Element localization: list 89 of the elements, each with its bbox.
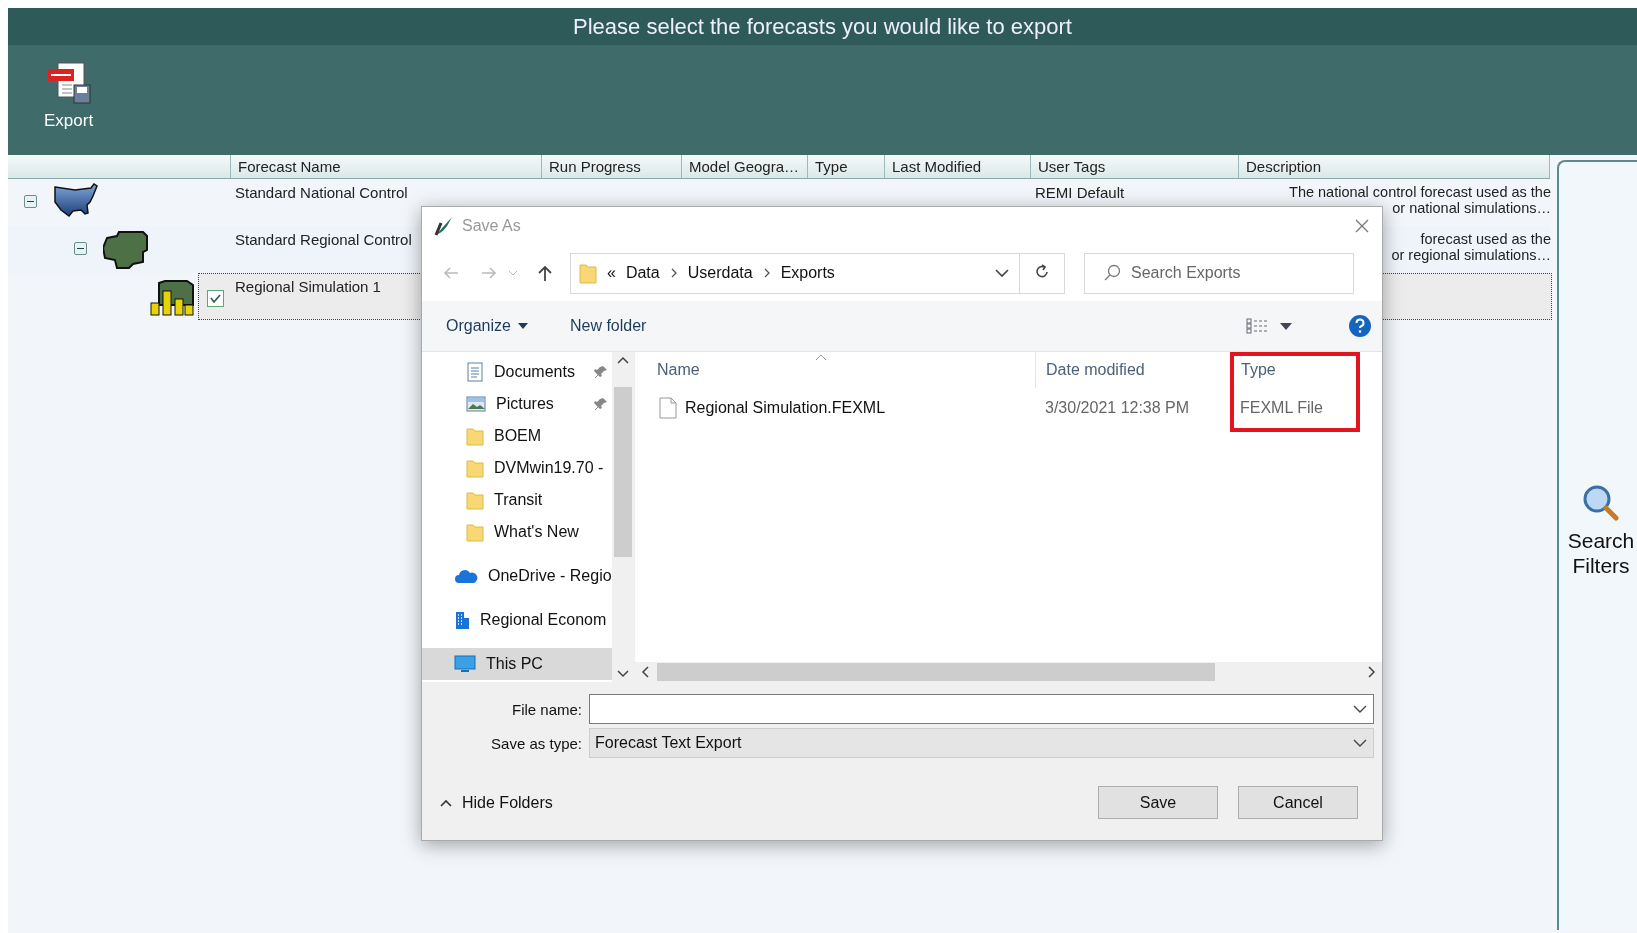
- navigation-item[interactable]: Transit: [422, 484, 612, 516]
- column-header[interactable]: Type: [808, 155, 885, 178]
- scroll-up-icon[interactable]: [617, 356, 629, 364]
- breadcrumb-item[interactable]: Userdata: [687, 264, 753, 282]
- sort-caret-icon: [815, 354, 827, 361]
- column-header[interactable]: Last Modified: [885, 155, 1031, 178]
- view-options-icon[interactable]: [1246, 318, 1268, 334]
- document-icon: [466, 362, 484, 382]
- breadcrumb-item[interactable]: Data: [625, 264, 660, 282]
- picture-icon: [466, 396, 486, 412]
- search-field[interactable]: Search Exports: [1084, 252, 1354, 294]
- folder-icon: [466, 426, 484, 446]
- chevron-up-icon: [440, 798, 452, 807]
- file-type-dropdown[interactable]: Forecast Text Export: [589, 728, 1374, 758]
- save-button[interactable]: Save: [1098, 786, 1218, 819]
- file-name[interactable]: Regional Simulation.FEXML: [685, 399, 886, 417]
- navigation-item[interactable]: What's New: [422, 516, 612, 548]
- check-icon: [210, 294, 221, 303]
- column-header[interactable]: Forecast Name: [231, 155, 542, 178]
- navigation-item[interactable]: DVMwin19.70 -: [422, 452, 612, 484]
- scroll-left-icon[interactable]: [641, 666, 649, 678]
- breadcrumb-item[interactable]: Exports: [780, 264, 835, 282]
- folder-icon: [466, 458, 484, 478]
- search-icon: [1103, 264, 1121, 282]
- column-header[interactable]: Name: [655, 352, 1035, 388]
- export-button[interactable]: Export: [30, 45, 108, 137]
- navigation-item[interactable]: This PC: [422, 648, 612, 680]
- navigation-item[interactable]: OneDrive - Regio: [422, 560, 612, 592]
- forecast-name: Standard Regional Control: [235, 231, 412, 248]
- navigation-item[interactable]: Documents: [422, 356, 612, 388]
- overflow-chevron[interactable]: «: [607, 264, 616, 282]
- new-folder-button[interactable]: New folder: [559, 313, 657, 339]
- description-text: The national control forecast used as the: [1289, 184, 1551, 200]
- region-chart-icon: [149, 277, 195, 317]
- collapse-toggle[interactable]: [24, 195, 37, 208]
- column-header[interactable]: Description: [1239, 155, 1550, 178]
- chevron-down-icon[interactable]: [1353, 704, 1367, 714]
- file-name-field[interactable]: [589, 694, 1374, 724]
- forecast-name: Standard National Control: [235, 184, 408, 201]
- organize-menu[interactable]: Organize: [436, 313, 538, 339]
- dialog-title: Save As: [462, 217, 521, 235]
- help-icon[interactable]: [1348, 314, 1372, 338]
- collapse-toggle[interactable]: [74, 242, 87, 255]
- search-filters-button[interactable]: Search Filters: [1566, 483, 1636, 579]
- cancel-button[interactable]: Cancel: [1238, 786, 1358, 819]
- scrollbar-thumb[interactable]: [657, 663, 1215, 681]
- description-text: or regional simulations…: [1391, 247, 1551, 263]
- cloud-icon: [454, 568, 478, 584]
- column-header[interactable]: Date modified: [1035, 352, 1230, 388]
- up-arrow-icon[interactable]: [536, 264, 554, 282]
- forecast-name: Regional Simulation 1: [235, 278, 381, 295]
- column-header[interactable]: Model Geogra…: [682, 155, 808, 178]
- column-header[interactable]: User Tags: [1031, 155, 1239, 178]
- scroll-down-icon[interactable]: [617, 670, 629, 678]
- description-text: or national simulations…: [1392, 200, 1551, 216]
- building-icon: [454, 610, 470, 630]
- folder-icon: [466, 522, 484, 542]
- field-label: Save as type:: [490, 734, 582, 752]
- checkbox[interactable]: [207, 290, 224, 307]
- scrollbar-thumb[interactable]: [614, 387, 632, 557]
- chevron-right-icon: [669, 268, 678, 278]
- folder-icon: [466, 490, 484, 510]
- chevron-down-icon[interactable]: [995, 268, 1009, 278]
- chevron-down-icon[interactable]: [1353, 738, 1367, 748]
- close-icon[interactable]: [1354, 218, 1370, 234]
- hide-folders-button[interactable]: Hide Folders: [440, 793, 553, 812]
- quill-icon: [434, 216, 454, 236]
- navigation-item[interactable]: Pictures: [422, 388, 612, 420]
- description-text: forecast used as the: [1420, 231, 1551, 247]
- region-map-icon: [103, 230, 149, 270]
- chevron-right-icon: [762, 268, 771, 278]
- monitor-icon: [454, 655, 476, 673]
- window-title: Please select the forecasts you would like to export: [8, 8, 1637, 45]
- column-header[interactable]: Type: [1230, 352, 1360, 388]
- file-date: 3/30/2021 12:38 PM: [1045, 399, 1190, 417]
- caret-icon[interactable]: [1280, 322, 1292, 330]
- folder-icon: [579, 262, 597, 284]
- field-label: File name:: [510, 700, 582, 718]
- file-icon: [659, 397, 677, 419]
- search-input[interactable]: Search Exports: [1131, 264, 1353, 282]
- user-tag: REMI Default: [1035, 184, 1125, 201]
- navigation-item[interactable]: BOEM: [422, 420, 612, 452]
- file-type: FEXML File: [1240, 399, 1323, 417]
- scroll-right-icon[interactable]: [1368, 666, 1376, 678]
- caret-icon: [517, 323, 528, 329]
- column-header[interactable]: Run Progress: [542, 155, 682, 178]
- navigation-item[interactable]: Regional Econom: [422, 604, 612, 636]
- search-icon: [1582, 483, 1620, 522]
- document-icon: [45, 61, 92, 105]
